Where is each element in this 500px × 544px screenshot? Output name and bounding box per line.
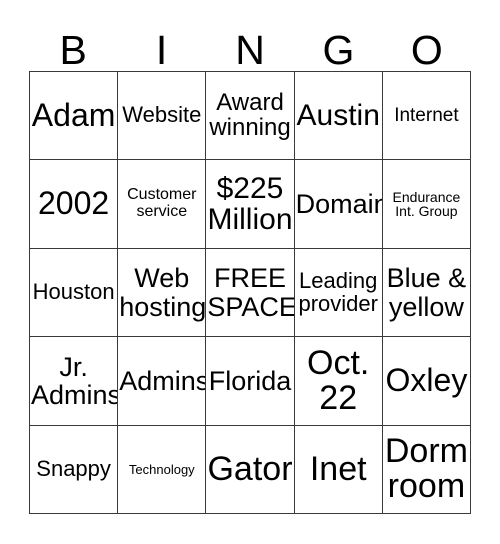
bingo-row: Adam Website Award winning Austin Intern… <box>30 72 472 161</box>
bingo-cell-i4[interactable]: Admins <box>118 337 207 426</box>
bingo-cell-label: 2002 <box>38 185 110 222</box>
bingo-cell-label: Snappy <box>36 455 111 481</box>
bingo-cell-label: Admins <box>119 365 207 396</box>
bingo-cell-label: Customer service <box>127 186 197 221</box>
bingo-cell-g2[interactable]: Domain <box>294 160 383 249</box>
bingo-cell-o5[interactable]: Dorm room <box>382 425 472 515</box>
bingo-cell-label: Endurance Int. Group <box>392 188 461 220</box>
bingo-header-row: B I N G O <box>29 18 471 71</box>
bingo-header-letter-n: N <box>235 27 265 73</box>
bingo-cell-o3[interactable]: Blue & yellow <box>382 248 472 338</box>
bingo-cell-n2[interactable]: $225 Million <box>206 160 295 249</box>
bingo-cell-g5[interactable]: Inet <box>294 425 383 515</box>
bingo-header-letter-i: I <box>155 27 168 73</box>
bingo-cell-o4[interactable]: Oxley <box>382 337 472 426</box>
bingo-cell-i3[interactable]: Web hosting <box>118 248 207 338</box>
bingo-cell-label: Adam <box>31 97 116 134</box>
bingo-cell-label: Web hosting <box>119 263 207 322</box>
bingo-cell-g3[interactable]: Leading provider <box>294 248 383 338</box>
bingo-header-letter-b: B <box>59 27 87 73</box>
bingo-cell-b1[interactable]: Adam <box>30 72 119 161</box>
bingo-cell-label: Houston <box>32 279 115 305</box>
bingo-cell-label: Leading provider <box>298 267 378 316</box>
bingo-cell-label: Dorm room <box>384 431 468 506</box>
bingo-cell-label: Jr. Admins <box>31 351 119 410</box>
bingo-cell-b5[interactable]: Snappy <box>30 425 119 515</box>
bingo-cell-label: Oct. 22 <box>307 343 370 417</box>
bingo-cell-g4[interactable]: Oct. 22 <box>294 337 383 426</box>
bingo-cell-i2[interactable]: Customer service <box>118 160 207 249</box>
bingo-row: Houston Web hosting FREE SPACE Leading p… <box>30 248 472 338</box>
bingo-cell-n1[interactable]: Award winning <box>206 72 295 161</box>
bingo-cell-label: Technology <box>128 461 195 477</box>
bingo-cell-label: Award winning <box>209 88 291 141</box>
bingo-cell-o1[interactable]: Internet <box>382 72 472 161</box>
bingo-cell-label: Website <box>122 102 202 128</box>
bingo-header-letter-g: G <box>322 27 355 73</box>
bingo-cell-i5[interactable]: Technology <box>118 425 207 515</box>
bingo-row: 2002 Customer service $225 Million Domai… <box>30 160 472 249</box>
bingo-header-letter-o: O <box>410 27 443 73</box>
bingo-cell-label: $225 Million <box>207 171 293 237</box>
bingo-cell-label: Blue & yellow <box>386 263 467 322</box>
bingo-cell-g1[interactable]: Austin <box>294 72 383 161</box>
bingo-cell-b3[interactable]: Houston <box>30 248 119 338</box>
bingo-card: B I N G O Adam Website Award winning Aus… <box>29 18 472 515</box>
bingo-row: Snappy Technology Gator Inet Dorm room <box>30 425 472 515</box>
bingo-cell-free-space[interactable]: FREE SPACE <box>206 248 295 338</box>
bingo-free-space-label: FREE SPACE <box>207 263 295 322</box>
bingo-row: Jr. Admins Admins Florida Oct. 22 Oxley <box>30 337 472 426</box>
bingo-cell-label: Oxley <box>385 362 468 399</box>
bingo-cell-b4[interactable]: Jr. Admins <box>30 337 119 426</box>
bingo-cell-label: Florida <box>208 365 292 396</box>
bingo-cell-label: Domain <box>295 189 383 220</box>
bingo-cell-b2[interactable]: 2002 <box>30 160 119 249</box>
bingo-grid: Adam Website Award winning Austin Intern… <box>29 71 472 515</box>
bingo-cell-n5[interactable]: Gator <box>206 425 295 515</box>
bingo-cell-n4[interactable]: Florida <box>206 337 295 426</box>
bingo-cell-label: Internet <box>394 104 459 126</box>
bingo-cell-o2[interactable]: Endurance Int. Group <box>382 160 472 249</box>
bingo-cell-i1[interactable]: Website <box>118 72 207 161</box>
bingo-cell-label: Austin <box>296 99 380 133</box>
bingo-cell-label: Inet <box>309 449 367 488</box>
bingo-cell-label: Gator <box>207 449 293 488</box>
